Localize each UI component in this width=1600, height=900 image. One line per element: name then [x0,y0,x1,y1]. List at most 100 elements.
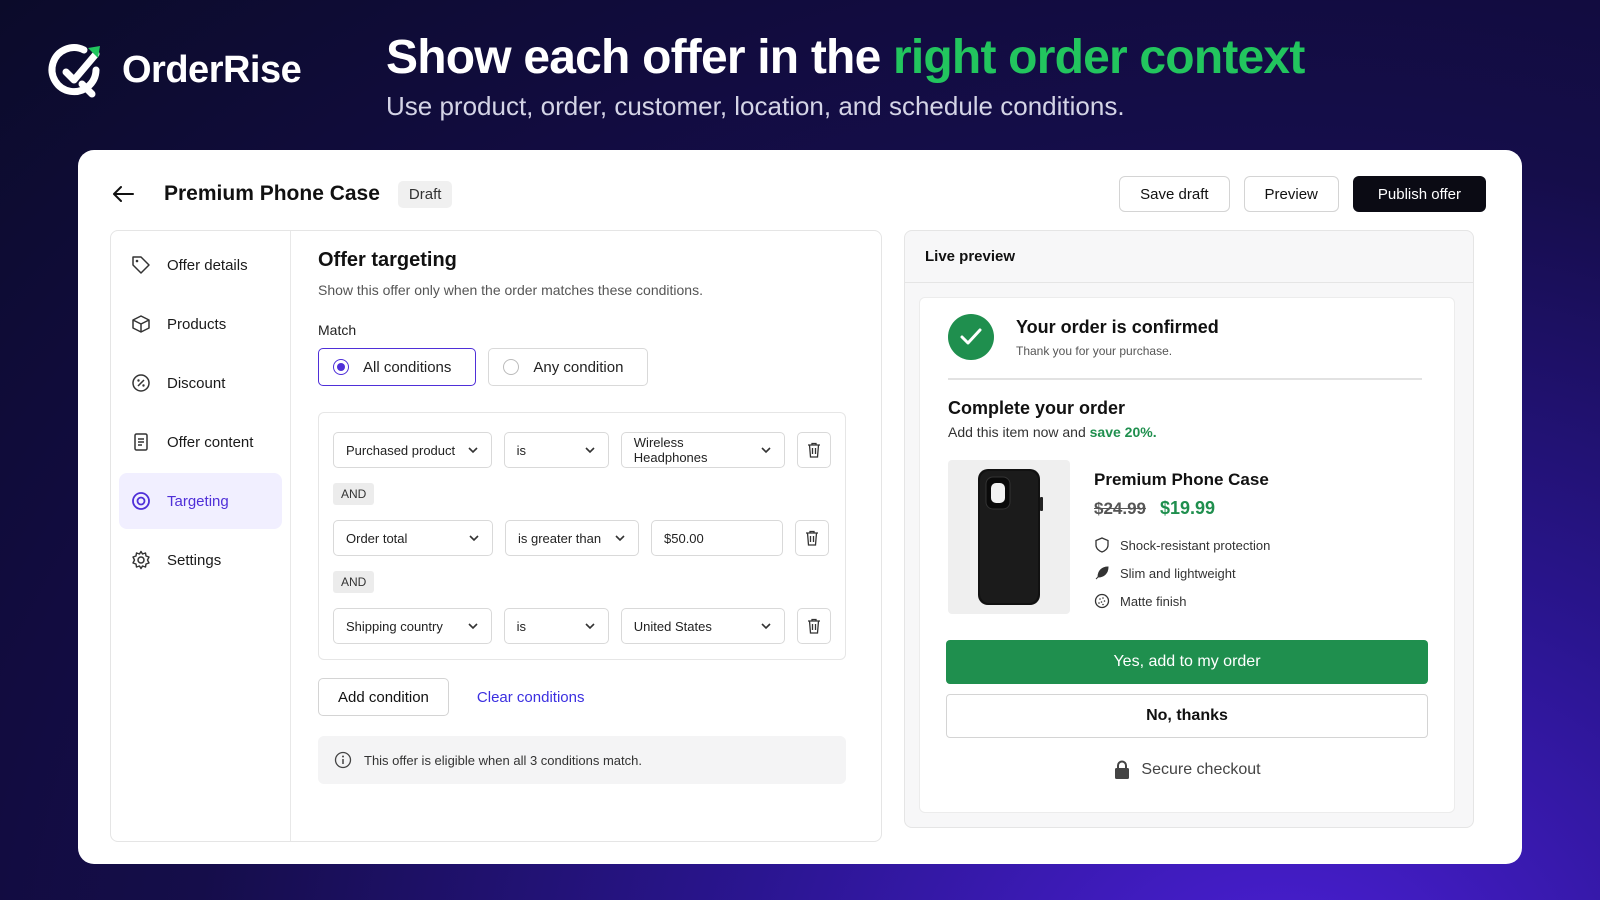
select-value: United States [633,618,712,634]
match-any-radio[interactable]: Any condition [488,348,649,386]
sidebar-item-offer-content[interactable]: Offer content [119,414,282,470]
chevron-down-icon [469,535,479,542]
sidebar-item-label: Settings [167,551,222,569]
app-window: Premium Phone Case Draft Save draft Prev… [78,150,1522,864]
list-item: Slim and lightweight [1094,559,1270,587]
page-header: Premium Phone Case Draft Save draft Prev… [110,174,1486,214]
page-title: Premium Phone Case [164,182,380,205]
lock-icon [1115,760,1130,779]
hero: Show each offer in the right order conte… [386,30,1305,122]
product-info: Premium Phone Case $24.99 $19.99 Shock-r… [1094,470,1270,615]
condition-row: Purchased product is Wireless Headphones [333,431,831,469]
feather-icon [1095,566,1109,580]
eligibility-info: This offer is eligible when all 3 condit… [318,736,846,784]
sidebar-item-label: Offer content [167,433,254,451]
match-all-radio[interactable]: All conditions [318,348,477,386]
chevron-down-icon [585,447,595,454]
phone-case-icon [978,469,1043,605]
divider [948,378,1422,380]
sidebar-item-label: Products [167,315,227,333]
publish-offer-button[interactable]: Publish offer [1352,176,1486,212]
header-actions: Save draft Preview Publish offer [1119,176,1486,212]
condition-row: Order total is greater than [333,519,831,557]
match-radio-group: All conditions Any condition [318,348,861,386]
live-preview-panel: Live preview Your order is confirmed Tha… [904,230,1474,828]
radio-label: Any condition [533,358,624,376]
upsell-subtitle-text: Add this item now and [948,424,1090,440]
condition-operator-select[interactable]: is greater than [505,520,639,556]
select-value: Purchased product [346,442,456,458]
chevron-down-icon [468,623,478,630]
discounted-price: $19.99 [1160,498,1216,518]
tag-icon [132,256,150,274]
conditions-list: Purchased product is Wireless Headphones [318,412,846,660]
section-description: Show this offer only when the order matc… [318,282,703,298]
box-icon [132,315,150,333]
upsell-subtitle: Add this item now and save 20%. [948,424,1157,440]
clear-conditions-link[interactable]: Clear conditions [477,689,585,706]
brand-name: OrderRise [122,48,302,91]
delete-condition-button[interactable] [797,432,831,468]
radio-empty-icon [503,359,520,375]
brand-logo: OrderRise [44,40,302,100]
sidebar-item-products[interactable]: Products [119,296,282,352]
feature-list: Shock-resistant protection Slim and ligh… [1094,531,1270,615]
condition-operator-select[interactable]: is [503,432,609,468]
add-condition-button[interactable]: Add condition [318,678,449,716]
chevron-down-icon [585,623,595,630]
sidebar-item-offer-details[interactable]: Offer details [119,237,282,293]
chevron-down-icon [468,447,478,454]
preview-button[interactable]: Preview [1243,176,1339,212]
save-highlight: save 20%. [1089,424,1157,440]
target-icon [132,492,150,510]
save-draft-button[interactable]: Save draft [1119,176,1230,212]
select-value: Order total [346,530,408,546]
sidebar-item-discount[interactable]: Discount [119,355,282,411]
orderrise-logo-icon [48,44,100,98]
sidebar-item-settings[interactable]: Settings [119,532,282,588]
condition-value-select[interactable]: United States [620,608,786,644]
order-confirmation: Your order is confirmed Thank you for yo… [948,314,1219,360]
condition-field-select[interactable]: Shipping country [333,608,492,644]
editor-panel: Offer details Products Discount Offer co… [110,230,882,842]
sidebar-item-label: Targeting [167,492,229,510]
delete-condition-button[interactable] [797,608,831,644]
chevron-down-icon [761,623,771,630]
chevron-down-icon [615,535,625,542]
chevron-down-icon [761,447,771,454]
secure-text: Secure checkout [1141,761,1261,778]
radio-label: All conditions [363,358,452,376]
confirmation-subtitle: Thank you for your purchase. [1016,343,1173,358]
condition-field-select[interactable]: Purchased product [333,432,492,468]
select-value: Shipping country [346,618,443,634]
select-value: is greater than [518,530,602,546]
condition-value-select[interactable]: Wireless Headphones [620,432,786,468]
info-icon [334,751,352,769]
order-total-input[interactable] [651,520,783,556]
feature-label: Slim and lightweight [1120,565,1236,581]
and-connector: AND [333,483,375,505]
upsell-title: Complete your order [948,398,1126,418]
trash-icon [808,618,821,634]
back-arrow-icon[interactable] [110,181,136,207]
accept-offer-button[interactable]: Yes, add to my order [946,640,1428,684]
decline-offer-button[interactable]: No, thanks [946,694,1428,738]
hero-title: Show each offer in the right order conte… [386,30,1305,85]
condition-field-select[interactable]: Order total [333,520,493,556]
sidebar-item-targeting[interactable]: Targeting [119,473,282,529]
product-name: Premium Phone Case [1094,470,1269,489]
preview-header: Live preview [905,231,1473,283]
select-value: Wireless Headphones [633,435,708,465]
confirmation-title: Your order is confirmed [1016,316,1219,337]
delete-condition-button[interactable] [795,520,829,556]
trash-icon [806,530,818,546]
match-label: Match [318,322,357,338]
info-text: This offer is eligible when all 3 condit… [364,752,642,768]
matte-icon [1094,593,1110,609]
select-value: is [516,442,526,458]
condition-operator-select[interactable]: is [503,608,609,644]
sidebar-item-label: Offer details [167,256,248,274]
thank-you-page-preview: Your order is confirmed Thank you for yo… [919,297,1455,813]
section-title: Offer targeting [318,249,457,271]
list-item: Matte finish [1094,587,1270,615]
